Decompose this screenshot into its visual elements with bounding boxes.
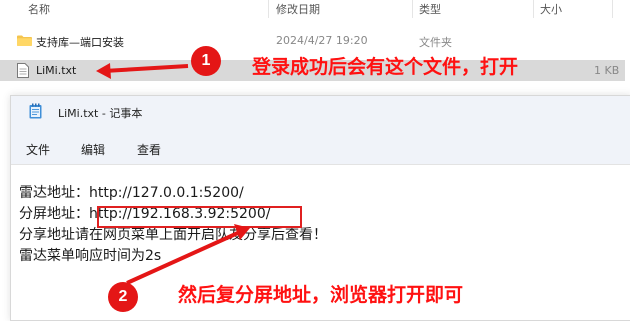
step-badge-2: 2	[108, 282, 138, 312]
column-header-row: 名称 修改日期 类型 大小	[0, 0, 630, 18]
file-name: 支持库—端口安装	[36, 36, 124, 49]
column-header-size[interactable]: 大小	[540, 1, 562, 17]
notepad-icon	[29, 103, 42, 119]
menu-file[interactable]: 文件	[26, 141, 50, 158]
window-title: LiMi.txt - 记事本	[58, 107, 143, 120]
menu-edit[interactable]: 编辑	[81, 141, 105, 158]
menu-view[interactable]: 查看	[137, 141, 161, 158]
file-date: 2024/4/27 19:20	[276, 34, 368, 47]
annotation-text-1: 登录成功后会有这个文件，打开	[252, 56, 519, 78]
step-badge-1: 1	[191, 46, 221, 76]
text-line: 雷达菜单响应时间为2s	[19, 248, 162, 264]
column-divider[interactable]	[268, 0, 269, 18]
text-file-icon	[17, 63, 29, 78]
text-line: 分享地址请在网页菜单上面开启队友分享后查看！	[19, 227, 327, 243]
column-divider[interactable]	[612, 0, 613, 18]
notepad-titlebar[interactable]: LiMi.txt - 记事本	[11, 96, 630, 128]
file-row-folder[interactable]: 支持库—端口安装 2024/4/27 19:20 文件夹	[0, 30, 625, 51]
file-size: 1 KB	[594, 64, 620, 77]
column-header-type[interactable]: 类型	[419, 1, 441, 17]
column-divider[interactable]	[533, 0, 534, 18]
column-header-date[interactable]: 修改日期	[276, 1, 320, 17]
file-name: LiMi.txt	[36, 64, 77, 77]
url-highlight-box	[97, 206, 302, 228]
file-explorer: 名称 修改日期 类型 大小 支持库—端口安装 2024/4/27 19:20 文…	[0, 0, 630, 95]
menu-bar: 文件 编辑 查看	[11, 128, 630, 165]
column-header-name[interactable]: 名称	[28, 1, 50, 17]
folder-icon	[17, 35, 32, 46]
column-divider[interactable]	[412, 0, 413, 18]
text-line: 雷达地址：http://127.0.0.1:5200/	[19, 185, 244, 201]
annotation-text-2: 然后复分屏地址，浏览器打开即可	[178, 284, 464, 306]
file-type: 文件夹	[419, 36, 452, 49]
